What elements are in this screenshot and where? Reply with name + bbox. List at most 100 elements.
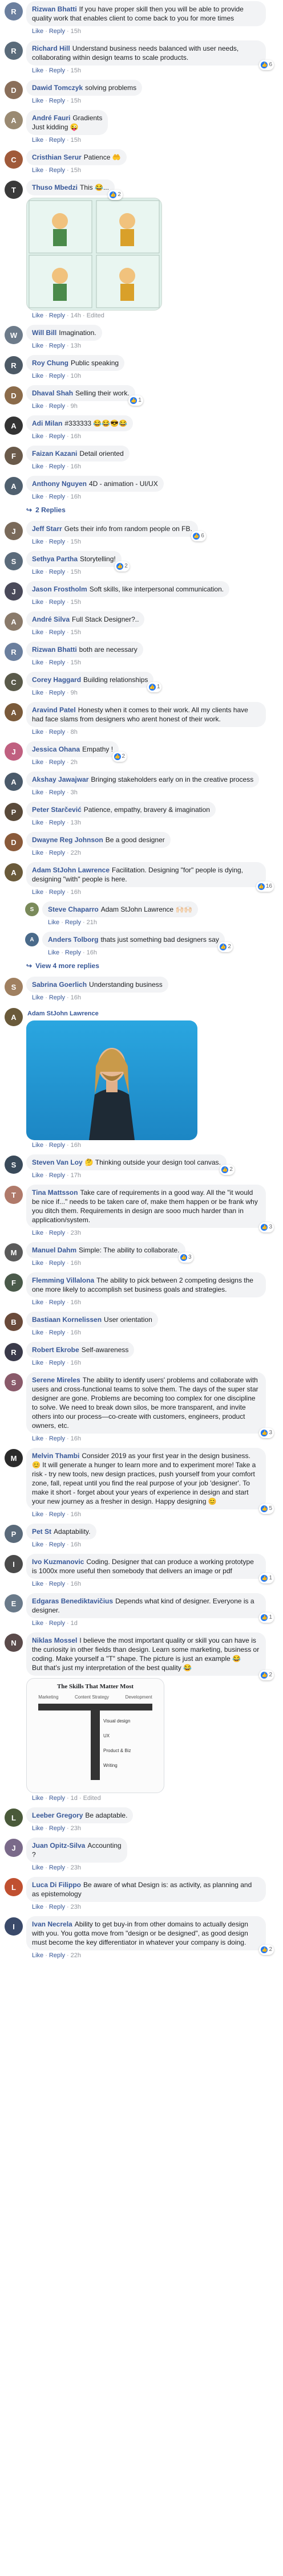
like-button[interactable]: Like xyxy=(32,28,43,35)
reply-button[interactable]: Reply xyxy=(49,1142,65,1149)
reaction-count[interactable]: 👍 2 xyxy=(259,1945,274,1955)
avatar[interactable]: M xyxy=(5,1449,23,1467)
reply-button[interactable]: Reply xyxy=(49,1230,65,1236)
like-button[interactable]: Like xyxy=(32,994,43,1001)
like-button[interactable]: Like xyxy=(32,1795,43,1802)
comment-timestamp[interactable]: 16h xyxy=(71,1260,81,1267)
avatar[interactable]: A xyxy=(5,111,23,129)
view-replies-link[interactable]: ↪ View 4 more replies xyxy=(0,961,283,975)
avatar[interactable]: J xyxy=(5,1839,23,1857)
comment-author[interactable]: Ivan Necrela xyxy=(32,1920,72,1928)
reaction-count[interactable]: 👍 3 xyxy=(179,1252,193,1263)
reaction-count[interactable]: 👍 6 xyxy=(259,60,274,70)
reply-button[interactable]: Reply xyxy=(49,1620,65,1627)
comment-timestamp[interactable]: 1d xyxy=(71,1620,78,1627)
avatar[interactable]: A xyxy=(5,477,23,495)
reply-button[interactable]: Reply xyxy=(49,1795,65,1802)
reply-button[interactable]: Reply xyxy=(49,1299,65,1306)
comment-timestamp[interactable]: 17h xyxy=(71,1172,81,1179)
reaction-count[interactable]: 👍 6 xyxy=(191,531,206,541)
reply-button[interactable]: Reply xyxy=(65,949,81,956)
like-button[interactable]: Like xyxy=(32,1541,43,1548)
reaction-count[interactable]: 👍 1 xyxy=(259,1573,274,1583)
comment-timestamp[interactable]: 16h xyxy=(71,493,81,500)
reply-button[interactable]: Reply xyxy=(49,28,65,35)
reply-button[interactable]: Reply xyxy=(49,137,65,144)
like-button[interactable]: Like xyxy=(32,569,43,575)
comment-author[interactable]: Corey Haggard xyxy=(32,676,81,684)
reply-button[interactable]: Reply xyxy=(49,759,65,766)
reply-button[interactable]: Reply xyxy=(49,167,65,174)
like-button[interactable]: Like xyxy=(32,1360,43,1366)
avatar[interactable]: T xyxy=(5,181,23,199)
like-button[interactable]: Like xyxy=(32,1825,43,1832)
reply-button[interactable]: Reply xyxy=(49,1825,65,1832)
avatar[interactable]: N xyxy=(5,1634,23,1652)
reaction-count[interactable]: 👍 1 xyxy=(259,1612,274,1623)
comment-author[interactable]: Bastiaan Kornelissen xyxy=(32,1316,102,1324)
comment-timestamp[interactable]: 15h xyxy=(71,167,81,174)
comment-timestamp[interactable]: 16h xyxy=(71,1435,81,1442)
comment-timestamp[interactable]: 16h xyxy=(71,433,81,440)
comment-timestamp[interactable]: 23h xyxy=(71,1904,81,1910)
reply-button[interactable]: Reply xyxy=(49,689,65,696)
reply-button[interactable]: Reply xyxy=(65,919,81,926)
like-button[interactable]: Like xyxy=(32,1864,43,1871)
reaction-count[interactable]: 👍 2 xyxy=(220,1165,235,1175)
comment-timestamp[interactable]: 15h xyxy=(71,97,81,104)
reply-button[interactable]: Reply xyxy=(49,850,65,856)
comment-timestamp[interactable]: 23h xyxy=(71,1825,81,1832)
avatar[interactable]: S xyxy=(5,1156,23,1174)
avatar[interactable]: A xyxy=(5,1008,23,1026)
like-button[interactable]: Like xyxy=(48,919,59,926)
like-button[interactable]: Like xyxy=(32,1904,43,1910)
comment-author[interactable]: Luca Di Filippo xyxy=(32,1881,81,1889)
reaction-count[interactable]: 👍 5 xyxy=(259,1504,274,1514)
reaction-count[interactable]: 👍 3 xyxy=(259,1428,274,1438)
like-button[interactable]: Like xyxy=(32,167,43,174)
avatar[interactable]: A xyxy=(25,933,39,946)
comment-timestamp[interactable]: 16h xyxy=(71,889,81,896)
comment-author[interactable]: Peter Starčević xyxy=(32,806,82,814)
like-button[interactable]: Like xyxy=(48,949,59,956)
comment-timestamp[interactable]: 10h xyxy=(71,373,81,379)
like-button[interactable]: Like xyxy=(32,137,43,144)
like-button[interactable]: Like xyxy=(32,819,43,826)
comment-timestamp[interactable]: 15h xyxy=(71,659,81,666)
like-button[interactable]: Like xyxy=(32,433,43,440)
reaction-count[interactable]: 👍 2 xyxy=(108,190,123,200)
edited-label[interactable]: Edited xyxy=(83,1795,101,1802)
like-button[interactable]: Like xyxy=(32,97,43,104)
comment-timestamp[interactable]: 8h xyxy=(71,729,78,736)
comment-timestamp[interactable]: 16h xyxy=(71,1142,81,1149)
comment-timestamp[interactable]: 15h xyxy=(71,28,81,35)
like-button[interactable]: Like xyxy=(32,463,43,470)
like-button[interactable]: Like xyxy=(32,493,43,500)
comment-author[interactable]: Dawid Tomczyk xyxy=(32,84,83,92)
comment-author[interactable]: Leeber Gregory xyxy=(32,1811,83,1819)
like-button[interactable]: Like xyxy=(32,1142,43,1149)
reply-button[interactable]: Reply xyxy=(49,403,65,410)
avatar[interactable]: M xyxy=(5,1243,23,1262)
avatar[interactable]: P xyxy=(5,1525,23,1543)
comment-author[interactable]: Manuel Dahm xyxy=(32,1246,76,1254)
reply-button[interactable]: Reply xyxy=(49,97,65,104)
like-button[interactable]: Like xyxy=(32,1299,43,1306)
comment-author[interactable]: Edgaras Benediktavičius xyxy=(32,1597,113,1605)
reaction-count[interactable]: 👍 1 xyxy=(128,395,143,406)
comment-author[interactable]: Sethya Partha xyxy=(32,555,78,563)
reply-button[interactable]: Reply xyxy=(49,1511,65,1518)
comment-timestamp[interactable]: 9h xyxy=(71,689,78,696)
like-button[interactable]: Like xyxy=(32,1329,43,1336)
avatar[interactable]: A xyxy=(5,863,23,881)
comment-author[interactable]: André Silva xyxy=(32,615,70,623)
avatar[interactable]: S xyxy=(5,978,23,996)
comment-author[interactable]: Richard Hill xyxy=(32,44,70,52)
reaction-count[interactable]: 👍 16 xyxy=(256,881,274,892)
comment-timestamp[interactable]: 16h xyxy=(71,463,81,470)
avatar[interactable]: F xyxy=(5,447,23,465)
reaction-count[interactable]: 👍 2 xyxy=(112,752,127,762)
comment-timestamp[interactable]: 15h xyxy=(71,569,81,575)
comment-author[interactable]: Pet St xyxy=(32,1528,51,1536)
avatar[interactable]: S xyxy=(25,903,39,916)
